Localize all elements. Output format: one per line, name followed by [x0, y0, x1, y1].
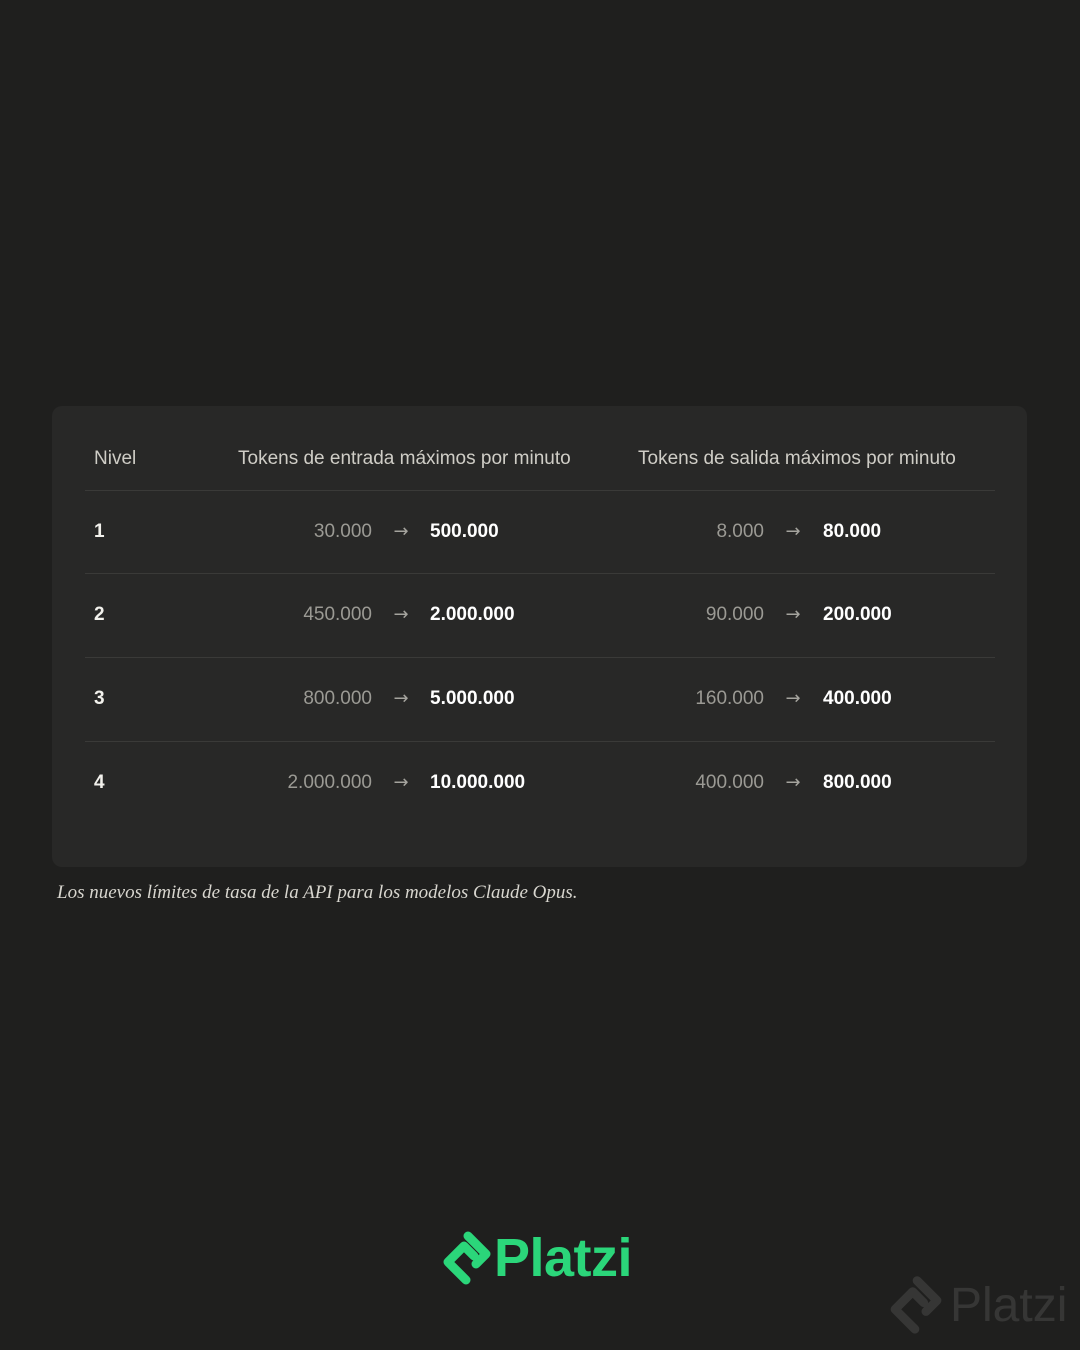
platzi-logo: Platzi: [442, 1228, 662, 1288]
output-old-value: 8.000: [716, 521, 764, 542]
arrow-right-icon: →: [393, 521, 409, 542]
table-row: 4 2.000.000 → 10.000.000 400.000 → 800.0…: [52, 741, 1027, 824]
table-row: 1 30.000 → 500.000 8.000 → 80.000: [52, 490, 1027, 573]
output-new-value: 200.000: [823, 604, 892, 625]
table-caption: Los nuevos límites de tasa de la API par…: [57, 882, 578, 903]
platzi-watermark-icon: [890, 1276, 942, 1334]
input-new-value: 2.000.000: [430, 604, 515, 625]
input-old-value: 30.000: [313, 521, 372, 542]
arrow-right-icon: →: [785, 521, 801, 542]
table-row: 2 450.000 → 2.000.000 90.000 → 200.000: [52, 573, 1027, 656]
input-new-value: 5.000.000: [430, 688, 515, 709]
input-new-value: 10.000.000: [430, 772, 526, 793]
platzi-logo-icon: [443, 1231, 491, 1285]
output-new-value: 80.000: [823, 521, 882, 542]
level-value: 2: [94, 604, 105, 625]
header-level: Nivel: [94, 448, 137, 469]
platzi-watermark: Platzi: [888, 1274, 1078, 1340]
arrow-right-icon: →: [393, 772, 409, 793]
output-old-value: 90.000: [705, 604, 764, 625]
level-value: 1: [94, 521, 105, 542]
level-value: 3: [94, 688, 105, 709]
platzi-logo-text: Platzi: [494, 1228, 633, 1288]
arrow-right-icon: →: [785, 604, 801, 625]
platzi-watermark-text: Platzi: [950, 1279, 1068, 1332]
output-new-value: 800.000: [823, 772, 892, 793]
arrow-right-icon: →: [785, 772, 801, 793]
arrow-right-icon: →: [393, 688, 409, 709]
rate-limits-table: Nivel Tokens de entrada máximos por minu…: [52, 406, 1027, 867]
arrow-right-icon: →: [393, 604, 409, 625]
header-input-tokens: Tokens de entrada máximos por minuto: [238, 448, 571, 469]
output-new-value: 400.000: [823, 688, 892, 709]
output-old-value: 160.000: [695, 688, 764, 709]
table-row: 3 800.000 → 5.000.000 160.000 → 400.000: [52, 657, 1027, 740]
header-output-tokens: Tokens de salida máximos por minuto: [638, 448, 956, 469]
input-old-value: 450.000: [303, 604, 372, 625]
input-new-value: 500.000: [430, 521, 499, 542]
input-old-value: 2.000.000: [287, 772, 372, 793]
arrow-right-icon: →: [785, 688, 801, 709]
level-value: 4: [94, 772, 105, 793]
output-old-value: 400.000: [695, 772, 764, 793]
input-old-value: 800.000: [303, 688, 372, 709]
table-header: Nivel Tokens de entrada máximos por minu…: [52, 406, 1027, 490]
